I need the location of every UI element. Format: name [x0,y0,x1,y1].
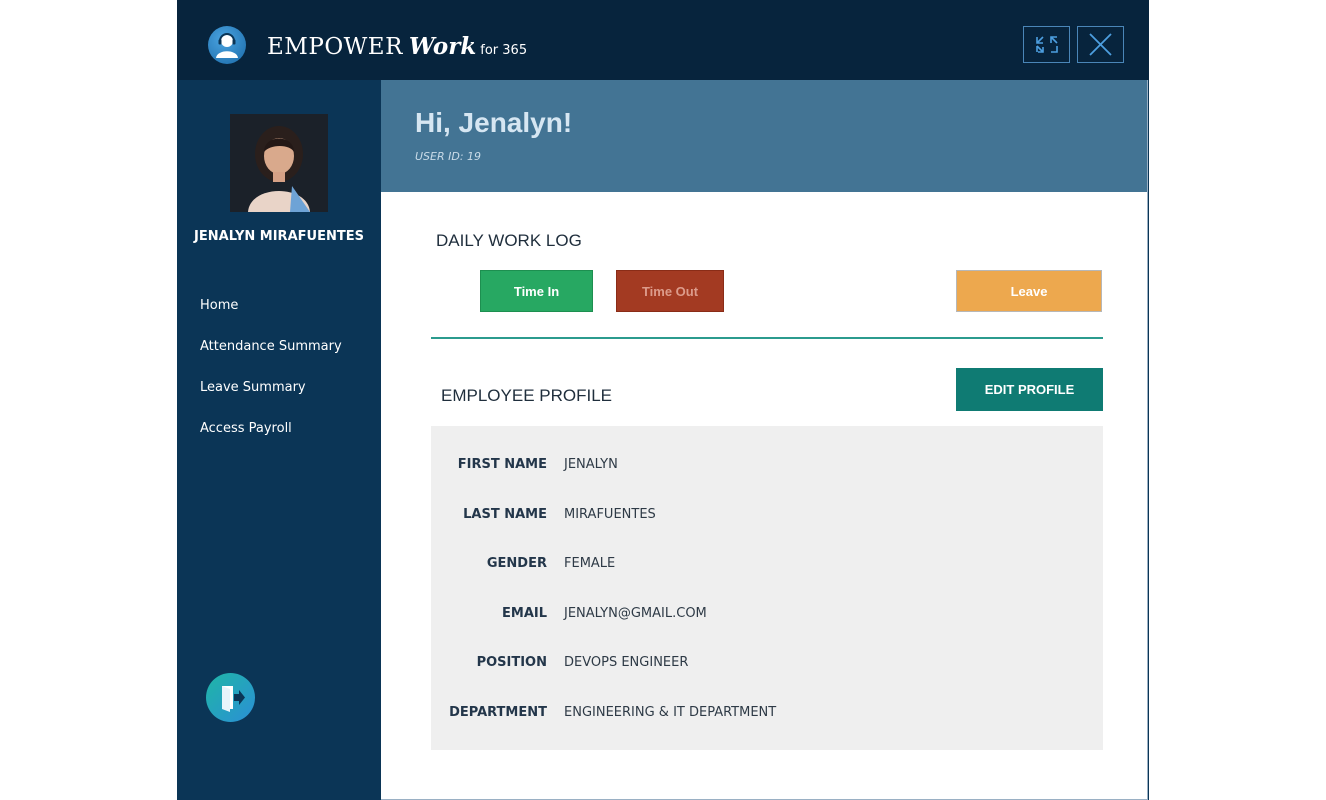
logout-door-icon [222,686,245,712]
time-out-button[interactable]: Time Out [616,270,724,312]
leave-button[interactable]: Leave [956,270,1102,312]
daily-work-log-title: DAILY WORK LOG [436,231,582,250]
edit-profile-button[interactable]: EDIT PROFILE [956,368,1103,411]
email-value: JENALYN@GMAIL.COM [564,606,707,621]
app-title-work: Work [408,33,477,60]
restore-icon [1036,36,1058,53]
last-name-label: LAST NAME [463,507,547,522]
title-bar: EMPOWER Work for 365 [177,0,1149,80]
sidebar-item-attendance-summary[interactable]: Attendance Summary [200,339,342,354]
user-id-label: USER ID: 19 [415,150,482,163]
profile-photo [230,114,328,212]
position-value: DEVOPS ENGINEER [564,655,689,670]
greeting-text: Hi, Jenalyn! [415,107,573,138]
app-title-suffix: for 365 [480,43,528,58]
main-content: Hi, Jenalyn! USER ID: 19 DAILY WORK LOG … [381,80,1148,800]
app-logo-icon [208,26,246,64]
sidebar-item-home[interactable]: Home [200,298,238,313]
time-in-button[interactable]: Time In [480,270,593,312]
last-name-value: MIRAFUENTES [564,507,656,522]
first-name-label: FIRST NAME [457,457,547,472]
app-window: EMPOWER Work for 365 JENALYN MIRAFUENTES… [177,0,1149,800]
gender-label: GENDER [486,556,547,571]
section-divider [431,337,1103,339]
app-title-brand: EMPOWER [267,34,403,60]
sidebar: JENALYN MIRAFUENTES Home Attendance Summ… [177,80,381,800]
logout-button[interactable] [206,673,255,722]
sidebar-item-access-payroll[interactable]: Access Payroll [200,421,292,436]
close-button[interactable] [1077,26,1124,63]
restore-button[interactable] [1023,26,1070,63]
employee-profile-title: EMPLOYEE PROFILE [441,386,612,405]
sidebar-username: JENALYN MIRAFUENTES [194,229,364,244]
department-value: ENGINEERING & IT DEPARTMENT [564,705,777,720]
app-title: EMPOWER Work for 365 [267,33,527,60]
greeting-banner: Hi, Jenalyn! USER ID: 19 [381,80,1147,192]
department-label: DEPARTMENT [449,705,547,720]
first-name-value: JENALYN [564,457,618,472]
email-label: EMAIL [502,606,547,621]
position-label: POSITION [476,655,547,670]
close-icon [1089,33,1112,56]
gender-value: FEMALE [564,556,616,571]
sidebar-item-leave-summary[interactable]: Leave Summary [200,380,306,395]
profile-panel: FIRST NAME JENALYN LAST NAME MIRAFUENTES… [431,426,1103,750]
